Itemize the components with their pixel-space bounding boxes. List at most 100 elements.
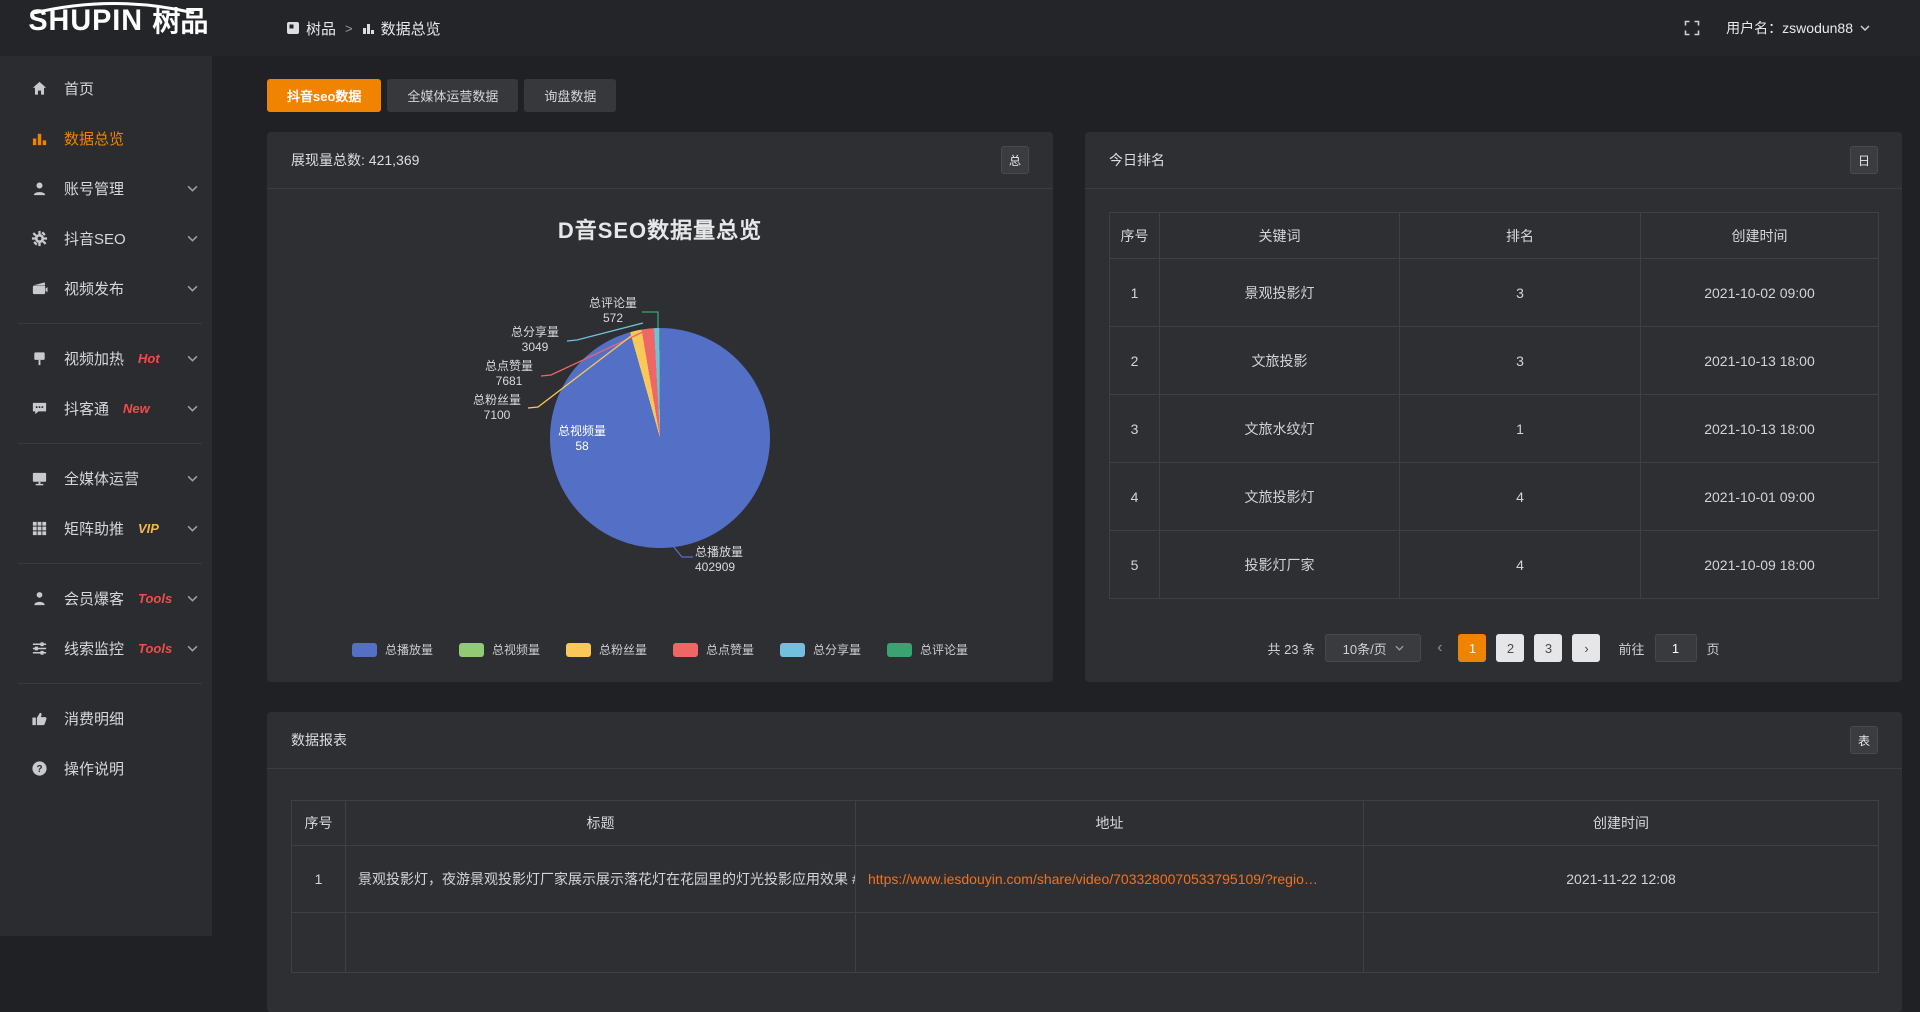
- table-row[interactable]: 3文旅水纹灯12021-10-13 18:00: [1110, 395, 1879, 463]
- page-size-select[interactable]: 10条/页: [1325, 634, 1421, 662]
- pie-label-comments: 总评论量572: [577, 296, 649, 326]
- breadcrumb: 树品 > 数据总览: [286, 0, 441, 56]
- total-mode-button[interactable]: 总: [1001, 146, 1029, 174]
- goto-label: 前往: [1618, 639, 1644, 658]
- chevron-down-icon: [187, 355, 198, 362]
- sidebar-item-help[interactable]: ? 操作说明: [0, 743, 212, 793]
- chevron-down-icon: [187, 235, 198, 242]
- report-panel-title: 数据报表: [291, 730, 347, 750]
- home-icon: [30, 79, 48, 97]
- sidebar-item-douketong[interactable]: 抖客通 New: [0, 383, 212, 433]
- chevron-down-icon: [187, 645, 198, 652]
- question-circle-icon: ?: [30, 759, 48, 777]
- chart-title: D音SEO数据量总览: [267, 213, 1053, 245]
- pie-chart: D音SEO数据量总览 总评论量572 总分享量3049 总点赞量7681 总粉丝…: [267, 189, 1053, 682]
- bar-chart-icon: [362, 22, 375, 35]
- tab-omnimedia-data[interactable]: 全媒体运营数据: [387, 79, 518, 112]
- pie-label-plays: 总播放量402909: [695, 545, 785, 575]
- next-page-button[interactable]: ›: [1572, 634, 1600, 662]
- tab-douyin-seo-data[interactable]: 抖音seo数据: [267, 79, 381, 112]
- chat-bubble-icon: [30, 399, 48, 417]
- sidebar-item-video-publish[interactable]: 视频发布: [0, 263, 212, 313]
- tab-inquiry-data[interactable]: 询盘数据: [524, 79, 616, 112]
- hot-badge: Hot: [138, 351, 160, 366]
- user-menu[interactable]: 用户名：zswodun88: [1726, 18, 1870, 38]
- sidebar-item-omnimedia[interactable]: 全媒体运营: [0, 453, 212, 503]
- table-row[interactable]: 1景观投影灯32021-10-02 09:00: [1110, 259, 1879, 327]
- table-header-row: 序号 关键词 排名 创建时间: [1110, 213, 1879, 259]
- breadcrumb-current[interactable]: 数据总览: [362, 18, 441, 39]
- page-button-1[interactable]: 1: [1458, 634, 1486, 662]
- bar-chart-icon: [30, 129, 48, 147]
- sidebar-item-spend-details[interactable]: 消费明细: [0, 693, 212, 743]
- app-icon: [286, 21, 300, 35]
- sidebar-divider: [0, 673, 212, 693]
- sidebar-item-home[interactable]: 首页: [0, 63, 212, 113]
- legend-item-likes[interactable]: 总点赞量: [673, 641, 754, 658]
- sidebar-item-lead-monitor[interactable]: 线索监控 Tools: [0, 623, 212, 673]
- chevron-down-icon: [187, 185, 198, 192]
- pagination: 共 23 条 10条/页 ‹ 1 2 3 › 前往 页: [1085, 632, 1902, 664]
- table-header-row: 序号 标题 地址 创建时间: [292, 801, 1879, 846]
- sidebar-item-member-burst[interactable]: 会员爆客 Tools: [0, 573, 212, 623]
- chart-panel: 展现量总数: 421,369 总 D音SEO数据量总览 总评论量572 总分享量…: [267, 132, 1053, 682]
- legend-item-fans[interactable]: 总粉丝量: [566, 641, 647, 658]
- breadcrumb-root[interactable]: 树品: [286, 18, 336, 39]
- top-header: SHUPIN 树品 树品 > 数据总览 用户名：zswodun88: [0, 0, 1920, 56]
- sidebar-item-video-heat[interactable]: 视频加热 Hot: [0, 333, 212, 383]
- breadcrumb-separator: >: [345, 21, 353, 36]
- report-panel: 数据报表 表 序号 标题 地址 创建时间 1 景观投影灯，夜游景观投影灯厂家展示…: [267, 712, 1902, 1012]
- table-row[interactable]: [292, 913, 1879, 973]
- table-row[interactable]: 2文旅投影32021-10-13 18:00: [1110, 327, 1879, 395]
- gear-icon: [30, 229, 48, 247]
- legend-item-shares[interactable]: 总分享量: [780, 641, 861, 658]
- pie-label-videos: 总视频量58: [551, 424, 613, 454]
- report-table: 序号 标题 地址 创建时间 1 景观投影灯，夜游景观投影灯厂家展示展示落花灯在花…: [291, 800, 1879, 973]
- sidebar: 首页 数据总览 账号管理 抖音SEO 视频发布 视频加热 Hot: [0, 56, 212, 936]
- sidebar-divider: [0, 433, 212, 453]
- table-row[interactable]: 1 景观投影灯，夜游景观投影灯厂家展示展示落花灯在花园里的灯光投影应用效果 # …: [292, 846, 1879, 913]
- impressions-total-label: 展现量总数: 421,369: [291, 150, 419, 170]
- username-label: 用户名：zswodun88: [1726, 18, 1853, 38]
- tools-badge: Tools: [138, 591, 172, 606]
- total-count-label: 共 23 条: [1267, 639, 1315, 658]
- grid-icon: [30, 519, 48, 537]
- heat-tool-icon: [30, 349, 48, 367]
- video-link[interactable]: https://www.iesdouyin.com/share/video/70…: [856, 846, 1364, 913]
- page-button-2[interactable]: 2: [1496, 634, 1524, 662]
- pie-label-likes: 总点赞量7681: [478, 359, 540, 389]
- tools-badge: Tools: [138, 641, 172, 656]
- pie-label-shares: 总分享量3049: [504, 325, 566, 355]
- vip-badge: VIP: [138, 521, 159, 536]
- ranking-panel: 今日排名 日 序号 关键词 排名 创建时间 1景观投影灯32021-10-02 …: [1085, 132, 1902, 682]
- ranking-panel-title: 今日排名: [1109, 150, 1165, 170]
- svg-text:?: ?: [36, 763, 42, 774]
- fullscreen-icon[interactable]: [1684, 20, 1700, 36]
- brand-logo: SHUPIN 树品: [26, 6, 208, 36]
- user-icon: [30, 179, 48, 197]
- sidebar-divider: [0, 553, 212, 573]
- chevron-down-icon: [187, 285, 198, 292]
- sidebar-item-matrix-boost[interactable]: 矩阵助推 VIP: [0, 503, 212, 553]
- sidebar-item-data-overview[interactable]: 数据总览: [0, 113, 212, 163]
- table-row[interactable]: 4文旅投影灯42021-10-01 09:00: [1110, 463, 1879, 531]
- legend-item-comments[interactable]: 总评论量: [887, 641, 968, 658]
- table-row[interactable]: 5投影灯厂家42021-10-09 18:00: [1110, 531, 1879, 599]
- pie-label-fans: 总粉丝量7100: [466, 393, 528, 423]
- legend-item-plays[interactable]: 总播放量: [352, 641, 433, 658]
- chevron-down-icon: [187, 475, 198, 482]
- ranking-table: 序号 关键词 排名 创建时间 1景观投影灯32021-10-02 09:00 2…: [1109, 212, 1879, 599]
- table-mode-button[interactable]: 表: [1850, 726, 1878, 754]
- prev-page-button[interactable]: ‹: [1431, 639, 1448, 657]
- sidebar-item-douyin-seo[interactable]: 抖音SEO: [0, 213, 212, 263]
- page-button-3[interactable]: 3: [1534, 634, 1562, 662]
- daily-mode-button[interactable]: 日: [1850, 146, 1878, 174]
- goto-page-input[interactable]: [1655, 634, 1697, 662]
- sidebar-item-accounts[interactable]: 账号管理: [0, 163, 212, 213]
- goto-unit-label: 页: [1707, 639, 1720, 658]
- legend-item-videos[interactable]: 总视频量: [459, 641, 540, 658]
- chevron-down-icon: [1395, 645, 1404, 651]
- chevron-down-icon: [187, 595, 198, 602]
- member-icon: [30, 589, 48, 607]
- sidebar-divider: [0, 313, 212, 333]
